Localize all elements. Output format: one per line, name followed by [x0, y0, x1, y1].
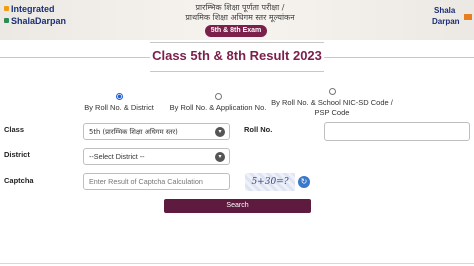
site-header: Integrated ShalaDarpan प्रारम्भिक शिक्षा…: [0, 0, 474, 40]
radio-button[interactable]: [115, 93, 123, 100]
divider: [0, 263, 474, 264]
roll-no-input[interactable]: [324, 122, 470, 141]
radio-button[interactable]: [328, 88, 336, 95]
class-label: Class: [4, 125, 25, 134]
chevron-down-icon: ▾: [215, 151, 225, 162]
page-title: Class 5th & 8th Result 2023: [152, 48, 322, 63]
radio-button[interactable]: [214, 93, 222, 100]
district-label: District: [4, 150, 30, 159]
divider: [0, 57, 150, 58]
logo-right-line1: Shala: [434, 6, 456, 15]
roll-no-label: Roll No.: [244, 125, 273, 134]
hindi-title-line1: प्रारम्भिक शिक्षा पूर्णता परीक्षा /: [195, 3, 285, 12]
radio-roll-school-code[interactable]: By Roll No. & School NIC-SD Code / PSP C…: [268, 88, 396, 118]
integrated-shaladarpan-logo[interactable]: Integrated ShalaDarpan: [2, 2, 82, 36]
chevron-down-icon: ▾: [215, 126, 225, 137]
logo-text-line2: ShalaDarpan: [11, 16, 67, 26]
class-select-value: 5th (प्रारम्भिक शिक्षा अधिगम स्तर): [89, 128, 178, 136]
refresh-captcha-icon[interactable]: ↻: [298, 176, 310, 188]
shaladarpan-logo[interactable]: Shala Darpan: [430, 4, 472, 36]
radio-label: By Roll No. & School NIC-SD Code / PSP C…: [271, 98, 393, 117]
captcha-input[interactable]: Enter Result of Captcha Calculation: [83, 173, 230, 190]
radio-label: By Roll No. & Application No.: [169, 103, 267, 112]
search-button[interactable]: Search: [164, 199, 311, 213]
captcha-label: Captcha: [4, 176, 34, 185]
logo-mark-icon: [4, 18, 9, 23]
hindi-title-line2: प्राथमिक शिक्षा अधिगम स्तर मूल्यांकन: [185, 13, 295, 22]
radio-label: By Roll No. & District: [84, 103, 154, 112]
logo-right-line2: Darpan: [432, 17, 460, 26]
captcha-placeholder: Enter Result of Captcha Calculation: [89, 177, 203, 186]
exam-badge: 5th & 8th Exam: [205, 25, 267, 37]
radio-roll-district[interactable]: By Roll No. & District: [82, 93, 156, 112]
hindi-exam-title: प्रारम्भिक शिक्षा पूर्णता परीक्षा / प्रा…: [140, 3, 340, 23]
flag-icon: [464, 14, 472, 20]
logo-text-line1: Integrated: [11, 4, 55, 14]
radio-roll-application[interactable]: By Roll No. & Application No.: [163, 93, 273, 112]
district-select[interactable]: --Select District -- ▾: [83, 148, 230, 165]
divider: [324, 57, 474, 58]
class-select[interactable]: 5th (प्रारम्भिक शिक्षा अधिगम स्तर) ▾: [83, 123, 230, 140]
district-select-value: --Select District --: [89, 152, 145, 161]
captcha-image: 5+30=?: [245, 173, 295, 191]
logo-mark-icon: [4, 6, 9, 11]
